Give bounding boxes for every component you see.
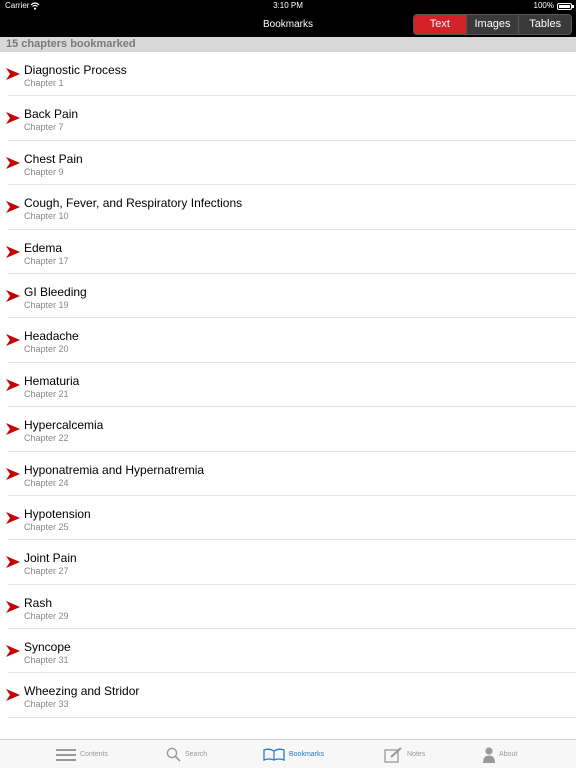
bookmark-list: Diagnostic Process Chapter 1 Back Pain Chap… (0, 52, 576, 718)
tab-notes[interactable]: Notes (384, 740, 425, 768)
bookmark-row[interactable]: Hyponatremia and Hypernatremia Chapter 24 (0, 452, 576, 496)
tab-bookmarks-label: Bookmarks (289, 751, 325, 758)
tab-search[interactable]: Search (166, 740, 207, 768)
bookmark-title: Edema (24, 240, 63, 255)
app-root: Carrier 3:10 PM 100% Bookmarks Text Imag… (0, 0, 576, 768)
list-icon (56, 748, 76, 761)
bookmark-row[interactable]: Edema Chapter 17 (0, 230, 576, 274)
bookmark-chapter: Chapter 25 (24, 521, 69, 532)
bookmark-title: Hyponatremia and Hypernatremia (24, 462, 205, 477)
bookmark-arrow-icon (6, 645, 20, 658)
bookmark-row[interactable]: Hypotension Chapter 25 (0, 496, 576, 541)
bookmark-row[interactable]: Chest Pain Chapter 9 (0, 141, 576, 186)
bookmark-arrow-icon (6, 334, 20, 347)
bookmark-row[interactable]: Joint Pain Chapter 27 (0, 540, 576, 585)
tab-about-label: About (499, 751, 518, 758)
section-header: 15 chapters bookmarked (0, 37, 576, 52)
bookmark-title: Cough, Fever, and Respiratory Infections (24, 196, 243, 211)
bookmark-arrow-icon (6, 423, 20, 436)
tab-contents[interactable]: Contents (56, 740, 108, 768)
tab-contents-label: Contents (80, 751, 109, 758)
bookmark-title: Chest Pain (24, 151, 83, 166)
bookmark-arrow-icon (6, 289, 20, 302)
bookmark-row[interactable]: Cough, Fever, and Respiratory Infections… (0, 185, 576, 230)
bookmark-chapter: Chapter 31 (24, 655, 69, 666)
battery-icon (557, 3, 574, 10)
content-type-segmented-control: Text Images Tables (413, 14, 572, 35)
tab-notes-label: Notes (407, 751, 426, 758)
bookmark-chapter: Chapter 20 (24, 344, 69, 355)
bookmark-title: Hematuria (24, 373, 80, 388)
battery-percent: 100% (533, 1, 554, 10)
segment-images[interactable]: Images (465, 15, 519, 34)
person-icon (483, 746, 495, 763)
bookmark-arrow-icon (6, 556, 20, 569)
bookmark-chapter: Chapter 7 (24, 122, 64, 133)
bookmark-row[interactable]: Syncope Chapter 31 (0, 629, 576, 674)
bookmark-chapter: Chapter 19 (24, 299, 69, 310)
bookmark-arrow-icon (6, 467, 20, 480)
bookmark-row[interactable]: Hematuria Chapter 21 (0, 363, 576, 408)
bookmark-title: Syncope (24, 640, 71, 655)
bookmark-arrow-icon (6, 511, 20, 524)
bookmark-arrow-icon (6, 68, 20, 80)
tab-about[interactable]: About (483, 740, 517, 768)
bookmark-row[interactable]: Rash Chapter 29 (0, 585, 576, 630)
bookmark-row[interactable]: Back Pain Chapter 7 (0, 96, 576, 141)
bookmark-chapter: Chapter 21 (24, 388, 69, 399)
bookmark-arrow-icon (6, 201, 20, 214)
bookmark-row[interactable]: Wheezing and Stridor Chapter 33 (0, 673, 576, 718)
bookmark-arrow-icon (6, 378, 20, 391)
bookmark-chapter: Chapter 24 (24, 477, 69, 488)
tab-search-label: Search (185, 751, 208, 758)
note-edit-icon (384, 746, 402, 763)
nav-bar: Bookmarks Text Images Tables (0, 12, 576, 37)
bookmark-title: GI Bleeding (24, 284, 87, 299)
bookmark-title: Rash (24, 595, 53, 610)
bookmark-row[interactable]: Headache Chapter 20 (0, 318, 576, 363)
bookmark-title: Hypotension (24, 506, 91, 521)
bookmark-chapter: Chapter 29 (24, 610, 69, 621)
bookmark-title: Hypercalcemia (24, 418, 104, 433)
bookmark-chapter: Chapter 17 (24, 255, 69, 266)
bookmark-title: Wheezing and Stridor (24, 684, 140, 699)
bookmark-title: Back Pain (24, 107, 79, 122)
bookmark-arrow-icon (6, 112, 20, 125)
bookmark-row[interactable]: Diagnostic Process Chapter 1 (0, 52, 576, 97)
open-book-icon (263, 748, 285, 761)
bookmark-chapter: Chapter 1 (24, 78, 64, 88)
bookmark-arrow-icon (6, 689, 20, 702)
bookmark-chapter: Chapter 9 (24, 166, 64, 177)
bookmark-chapter: Chapter 10 (24, 211, 69, 222)
bookmark-title: Headache (24, 329, 79, 344)
bookmark-chapter: Chapter 33 (24, 699, 69, 710)
bookmark-arrow-icon (6, 245, 20, 258)
bookmark-chapter: Chapter 22 (24, 433, 69, 444)
bookmark-arrow-icon (6, 156, 20, 169)
tab-bookmarks[interactable]: Bookmarks (263, 740, 324, 768)
tab-bar: Contents Search Bookmarks Notes About (0, 739, 576, 768)
bookmark-chapter: Chapter 27 (24, 566, 69, 577)
row-divider (8, 716, 576, 718)
bookmark-row[interactable]: Hypercalcemia Chapter 22 (0, 407, 576, 452)
segment-tables[interactable]: Tables (518, 15, 571, 34)
status-bar: Carrier 3:10 PM 100% (0, 0, 576, 12)
bookmark-arrow-icon (6, 600, 20, 613)
bookmark-title: Diagnostic Process (24, 63, 127, 77)
bookmark-row[interactable]: GI Bleeding Chapter 19 (0, 274, 576, 319)
bookmark-title: Joint Pain (24, 551, 77, 566)
clock: 3:10 PM (273, 1, 303, 10)
search-icon (166, 747, 181, 762)
segment-text[interactable]: Text (414, 15, 466, 34)
